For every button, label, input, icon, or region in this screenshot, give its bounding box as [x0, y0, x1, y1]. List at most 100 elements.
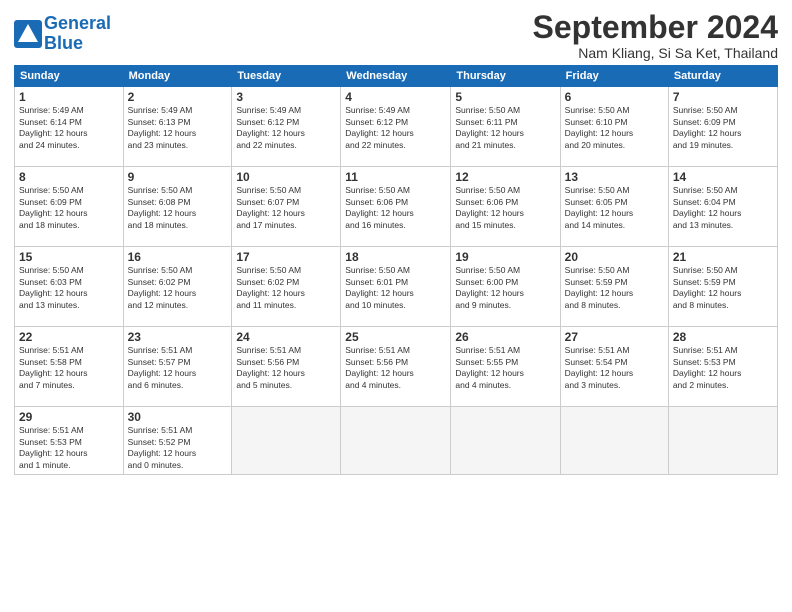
calendar-cell: 3Sunrise: 5:49 AMSunset: 6:12 PMDaylight…: [232, 87, 341, 167]
day-info: Sunrise: 5:51 AMSunset: 5:53 PMDaylight:…: [19, 425, 119, 471]
day-number: 9: [128, 170, 228, 184]
day-number: 19: [455, 250, 555, 264]
logo-icon: [14, 20, 42, 48]
calendar-cell: 21Sunrise: 5:50 AMSunset: 5:59 PMDayligh…: [668, 247, 777, 327]
day-info: Sunrise: 5:50 AMSunset: 6:05 PMDaylight:…: [565, 185, 664, 231]
calendar-cell: 6Sunrise: 5:50 AMSunset: 6:10 PMDaylight…: [560, 87, 668, 167]
calendar-week-3: 15Sunrise: 5:50 AMSunset: 6:03 PMDayligh…: [15, 247, 778, 327]
day-info: Sunrise: 5:49 AMSunset: 6:13 PMDaylight:…: [128, 105, 228, 151]
day-info: Sunrise: 5:50 AMSunset: 6:06 PMDaylight:…: [345, 185, 446, 231]
calendar-week-2: 8Sunrise: 5:50 AMSunset: 6:09 PMDaylight…: [15, 167, 778, 247]
day-number: 8: [19, 170, 119, 184]
day-info: Sunrise: 5:50 AMSunset: 5:59 PMDaylight:…: [673, 265, 773, 311]
day-number: 28: [673, 330, 773, 344]
weekday-header-tuesday: Tuesday: [232, 66, 341, 87]
day-info: Sunrise: 5:51 AMSunset: 5:56 PMDaylight:…: [345, 345, 446, 391]
day-info: Sunrise: 5:50 AMSunset: 6:09 PMDaylight:…: [673, 105, 773, 151]
day-info: Sunrise: 5:51 AMSunset: 5:54 PMDaylight:…: [565, 345, 664, 391]
calendar-cell: 11Sunrise: 5:50 AMSunset: 6:06 PMDayligh…: [341, 167, 451, 247]
location-subtitle: Nam Kliang, Si Sa Ket, Thailand: [533, 45, 778, 61]
calendar-cell: 25Sunrise: 5:51 AMSunset: 5:56 PMDayligh…: [341, 327, 451, 407]
calendar-cell: 23Sunrise: 5:51 AMSunset: 5:57 PMDayligh…: [123, 327, 232, 407]
day-number: 16: [128, 250, 228, 264]
weekday-header-sunday: Sunday: [15, 66, 124, 87]
day-info: Sunrise: 5:51 AMSunset: 5:56 PMDaylight:…: [236, 345, 336, 391]
weekday-header-wednesday: Wednesday: [341, 66, 451, 87]
calendar-cell: 19Sunrise: 5:50 AMSunset: 6:00 PMDayligh…: [451, 247, 560, 327]
day-info: Sunrise: 5:50 AMSunset: 6:08 PMDaylight:…: [128, 185, 228, 231]
day-info: Sunrise: 5:50 AMSunset: 6:03 PMDaylight:…: [19, 265, 119, 311]
day-number: 4: [345, 90, 446, 104]
day-info: Sunrise: 5:50 AMSunset: 6:10 PMDaylight:…: [565, 105, 664, 151]
day-info: Sunrise: 5:50 AMSunset: 6:04 PMDaylight:…: [673, 185, 773, 231]
calendar-table: SundayMondayTuesdayWednesdayThursdayFrid…: [14, 65, 778, 475]
day-number: 21: [673, 250, 773, 264]
calendar-cell: 2Sunrise: 5:49 AMSunset: 6:13 PMDaylight…: [123, 87, 232, 167]
weekday-header-saturday: Saturday: [668, 66, 777, 87]
day-number: 5: [455, 90, 555, 104]
calendar-cell: 4Sunrise: 5:49 AMSunset: 6:12 PMDaylight…: [341, 87, 451, 167]
day-info: Sunrise: 5:50 AMSunset: 6:01 PMDaylight:…: [345, 265, 446, 311]
calendar-cell: 30Sunrise: 5:51 AMSunset: 5:52 PMDayligh…: [123, 407, 232, 475]
calendar-cell: 22Sunrise: 5:51 AMSunset: 5:58 PMDayligh…: [15, 327, 124, 407]
day-number: 24: [236, 330, 336, 344]
calendar-cell: [560, 407, 668, 475]
logo-area: GeneralBlue: [14, 14, 111, 54]
calendar-cell: 26Sunrise: 5:51 AMSunset: 5:55 PMDayligh…: [451, 327, 560, 407]
calendar-body: 1Sunrise: 5:49 AMSunset: 6:14 PMDaylight…: [15, 87, 778, 475]
calendar-cell: [232, 407, 341, 475]
calendar-cell: 9Sunrise: 5:50 AMSunset: 6:08 PMDaylight…: [123, 167, 232, 247]
day-number: 7: [673, 90, 773, 104]
calendar-cell: 13Sunrise: 5:50 AMSunset: 6:05 PMDayligh…: [560, 167, 668, 247]
day-number: 26: [455, 330, 555, 344]
day-info: Sunrise: 5:50 AMSunset: 6:06 PMDaylight:…: [455, 185, 555, 231]
day-number: 17: [236, 250, 336, 264]
day-info: Sunrise: 5:50 AMSunset: 6:02 PMDaylight:…: [128, 265, 228, 311]
calendar-cell: 12Sunrise: 5:50 AMSunset: 6:06 PMDayligh…: [451, 167, 560, 247]
calendar-week-4: 22Sunrise: 5:51 AMSunset: 5:58 PMDayligh…: [15, 327, 778, 407]
day-number: 2: [128, 90, 228, 104]
day-number: 25: [345, 330, 446, 344]
day-info: Sunrise: 5:51 AMSunset: 5:55 PMDaylight:…: [455, 345, 555, 391]
calendar-cell: 8Sunrise: 5:50 AMSunset: 6:09 PMDaylight…: [15, 167, 124, 247]
day-number: 13: [565, 170, 664, 184]
day-info: Sunrise: 5:51 AMSunset: 5:57 PMDaylight:…: [128, 345, 228, 391]
day-number: 1: [19, 90, 119, 104]
day-number: 22: [19, 330, 119, 344]
weekday-header-thursday: Thursday: [451, 66, 560, 87]
day-info: Sunrise: 5:49 AMSunset: 6:12 PMDaylight:…: [236, 105, 336, 151]
day-number: 14: [673, 170, 773, 184]
day-info: Sunrise: 5:50 AMSunset: 6:11 PMDaylight:…: [455, 105, 555, 151]
day-info: Sunrise: 5:51 AMSunset: 5:52 PMDaylight:…: [128, 425, 228, 471]
day-info: Sunrise: 5:49 AMSunset: 6:14 PMDaylight:…: [19, 105, 119, 151]
calendar-cell: 27Sunrise: 5:51 AMSunset: 5:54 PMDayligh…: [560, 327, 668, 407]
title-area: September 2024 Nam Kliang, Si Sa Ket, Th…: [533, 10, 778, 61]
calendar-cell: 17Sunrise: 5:50 AMSunset: 6:02 PMDayligh…: [232, 247, 341, 327]
calendar-cell: [668, 407, 777, 475]
calendar-cell: 18Sunrise: 5:50 AMSunset: 6:01 PMDayligh…: [341, 247, 451, 327]
day-number: 30: [128, 410, 228, 424]
calendar-cell: 10Sunrise: 5:50 AMSunset: 6:07 PMDayligh…: [232, 167, 341, 247]
calendar-cell: 28Sunrise: 5:51 AMSunset: 5:53 PMDayligh…: [668, 327, 777, 407]
day-number: 12: [455, 170, 555, 184]
day-number: 10: [236, 170, 336, 184]
page: GeneralBlue September 2024 Nam Kliang, S…: [0, 0, 792, 612]
day-number: 23: [128, 330, 228, 344]
calendar-cell: [451, 407, 560, 475]
calendar-cell: 1Sunrise: 5:49 AMSunset: 6:14 PMDaylight…: [15, 87, 124, 167]
day-number: 20: [565, 250, 664, 264]
calendar-cell: 24Sunrise: 5:51 AMSunset: 5:56 PMDayligh…: [232, 327, 341, 407]
day-info: Sunrise: 5:50 AMSunset: 6:09 PMDaylight:…: [19, 185, 119, 231]
calendar-cell: 15Sunrise: 5:50 AMSunset: 6:03 PMDayligh…: [15, 247, 124, 327]
day-number: 11: [345, 170, 446, 184]
weekday-header-monday: Monday: [123, 66, 232, 87]
calendar-cell: 16Sunrise: 5:50 AMSunset: 6:02 PMDayligh…: [123, 247, 232, 327]
weekday-header-friday: Friday: [560, 66, 668, 87]
header: GeneralBlue September 2024 Nam Kliang, S…: [14, 10, 778, 61]
calendar-cell: 5Sunrise: 5:50 AMSunset: 6:11 PMDaylight…: [451, 87, 560, 167]
day-info: Sunrise: 5:50 AMSunset: 6:07 PMDaylight:…: [236, 185, 336, 231]
day-info: Sunrise: 5:50 AMSunset: 6:02 PMDaylight:…: [236, 265, 336, 311]
calendar-week-1: 1Sunrise: 5:49 AMSunset: 6:14 PMDaylight…: [15, 87, 778, 167]
day-info: Sunrise: 5:50 AMSunset: 6:00 PMDaylight:…: [455, 265, 555, 311]
month-title: September 2024: [533, 10, 778, 45]
